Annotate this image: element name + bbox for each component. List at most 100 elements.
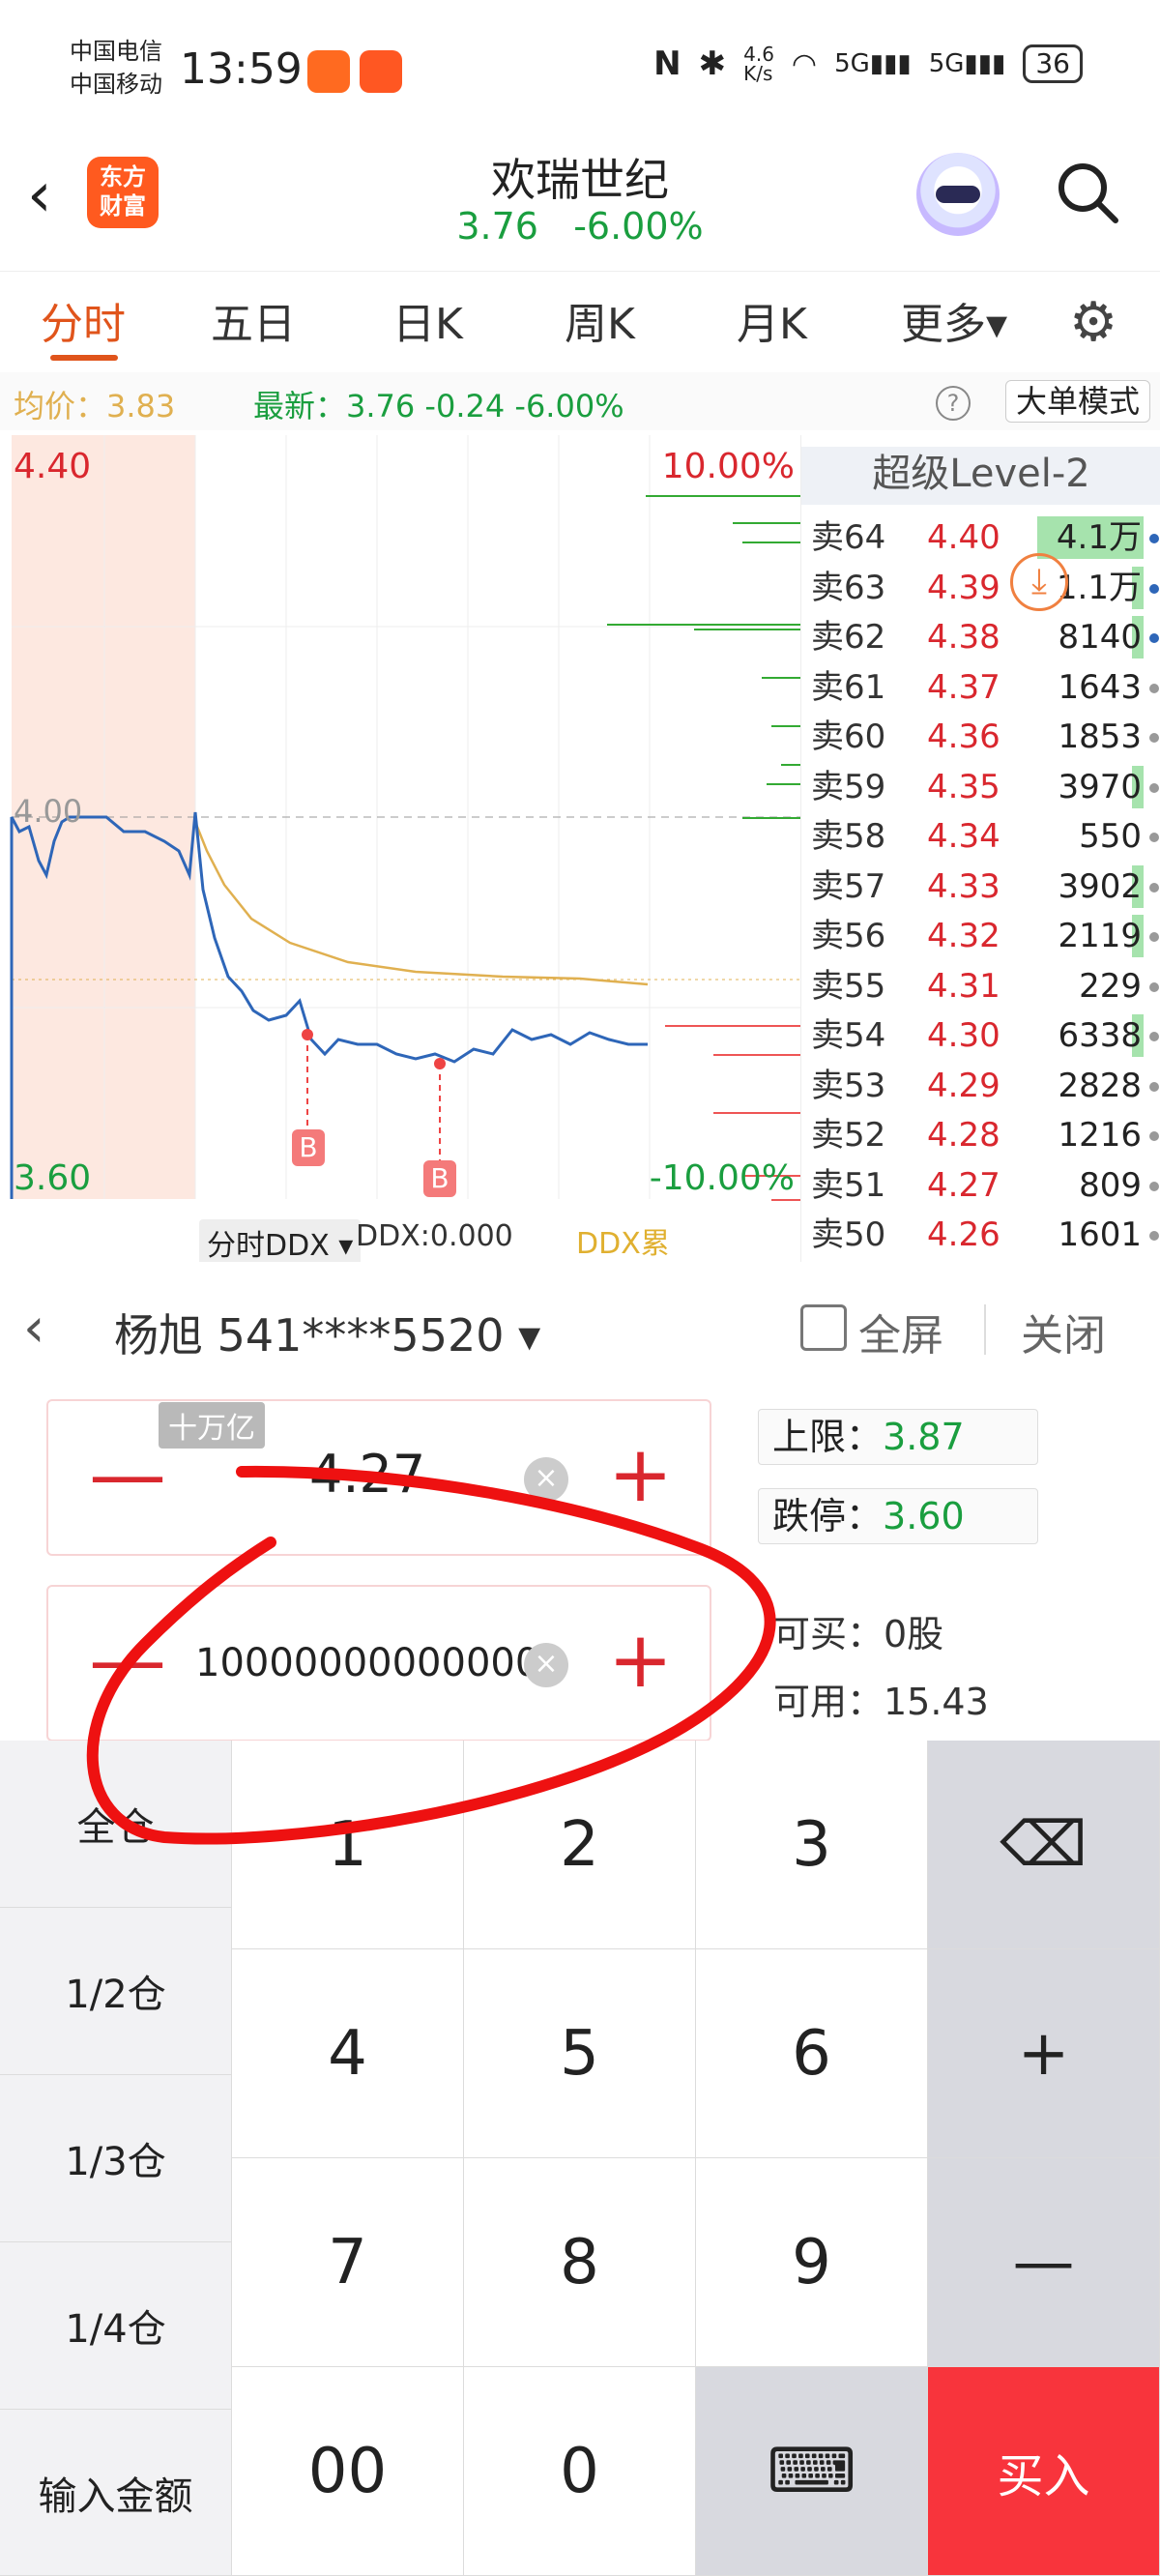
upper-limit-box: 上限：3.87 <box>758 1409 1038 1465</box>
order-book-price: 4.38 <box>927 618 1000 657</box>
order-book-row[interactable]: 卖56 4.32 2119 <box>801 911 1160 961</box>
key-4[interactable]: 4 <box>232 1949 464 2158</box>
fullscreen-button[interactable]: 全屏 <box>858 1301 943 1362</box>
key-minus[interactable]: — <box>928 2158 1160 2367</box>
key-8[interactable]: 8 <box>464 2158 696 2367</box>
net-speed: 4.6 K/s <box>743 43 774 85</box>
key-6[interactable]: 6 <box>696 1949 928 2158</box>
chart-svg: B B <box>10 435 800 1201</box>
key-2[interactable]: 2 <box>464 1741 696 1949</box>
close-button[interactable]: 关闭 <box>1021 1301 1106 1362</box>
level2-title[interactable]: 超级Level-2 <box>801 447 1160 505</box>
key-full-position[interactable]: 全仓 <box>0 1741 232 1908</box>
order-book-volume: 229 <box>1079 966 1142 1006</box>
buy-button[interactable]: 买入 <box>928 2367 1160 2576</box>
status-dot <box>1149 1032 1159 1041</box>
account-selector[interactable]: 杨旭 541****5520 ▾ <box>114 1301 540 1364</box>
order-book-row[interactable]: 卖50 4.26 1601 <box>801 1210 1160 1260</box>
order-book-row[interactable]: 卖61 4.37 1643 <box>801 662 1160 713</box>
order-book-volume: 809 <box>1079 1165 1142 1205</box>
order-book-price: 4.39 <box>927 568 1000 607</box>
order-book-price: 4.34 <box>927 817 1000 856</box>
key-third-position[interactable]: 1/3仓 <box>0 2075 232 2242</box>
big-order-mode-button[interactable]: 大单模式 <box>1004 380 1150 423</box>
key-enter-amount[interactable]: 输入金额 <box>0 2410 232 2576</box>
status-dot <box>1149 1181 1159 1191</box>
order-book-label: 卖52 <box>811 1116 886 1155</box>
order-book-row[interactable]: 卖55 4.31 229 <box>801 961 1160 1011</box>
order-book-row[interactable]: 卖53 4.29 2828 <box>801 1061 1160 1111</box>
order-book-volume: 8140 <box>1058 618 1142 657</box>
price-minus-button[interactable]: — <box>89 1436 166 1513</box>
panel-back-icon[interactable]: ‹ <box>23 1297 44 1360</box>
price-input[interactable]: 4.27 <box>309 1444 425 1505</box>
key-5[interactable]: 5 <box>464 1949 696 2158</box>
order-book-row[interactable]: 卖59 4.35 3970 <box>801 762 1160 812</box>
volume-profile-bar <box>771 1199 800 1201</box>
order-book-row[interactable]: 卖63 4.39 1.1万 <box>801 563 1160 613</box>
number-keypad: 全仓 1/2仓 1/3仓 1/4仓 输入金额 1 2 3 4 5 6 7 8 9… <box>0 1741 1160 2576</box>
order-book-row[interactable]: 卖62 4.38 8140 <box>801 612 1160 662</box>
status-dot <box>1149 1131 1159 1141</box>
key-1[interactable]: 1 <box>232 1741 464 1949</box>
key-quarter-position[interactable]: 1/4仓 <box>0 2242 232 2410</box>
key-plus[interactable]: + <box>928 1949 1160 2158</box>
key-half-position[interactable]: 1/2仓 <box>0 1908 232 2075</box>
price-plus-button[interactable]: + <box>608 1436 673 1513</box>
order-book-label: 卖54 <box>811 1016 886 1055</box>
tab-daily-k[interactable]: 日K <box>392 289 463 351</box>
quantity-minus-button[interactable]: — <box>89 1622 166 1699</box>
key-7[interactable]: 7 <box>232 2158 464 2367</box>
quantity-unit-hint: 十万亿 <box>159 1402 265 1449</box>
quantity-input[interactable]: 10000000000000 <box>195 1641 539 1685</box>
order-book-volume: 3970 <box>1058 767 1142 806</box>
order-book-row[interactable]: 卖58 4.34 550 <box>801 811 1160 862</box>
quantity-input-box[interactable]: — 10000000000000 × + <box>46 1585 711 1742</box>
order-book-row[interactable]: 卖60 4.36 1853 <box>801 712 1160 762</box>
avg-price: 均价：3.83 <box>14 388 176 424</box>
ddx-bar: 分时DDX ▾ DDX:0.000 DDX累计:-0.450 <box>0 1214 800 1303</box>
fullscreen-icon[interactable] <box>800 1304 847 1351</box>
intraday-chart[interactable]: B B 4.40 4.00 3.60 10.00% -10.00% <box>0 435 800 1262</box>
clear-quantity-icon[interactable]: × <box>524 1643 568 1687</box>
clear-price-icon[interactable]: × <box>524 1457 568 1502</box>
help-icon[interactable]: ? <box>936 386 971 421</box>
carrier-2: 中国移动 <box>70 71 162 98</box>
volume-profile-bar <box>694 629 800 630</box>
search-icon[interactable] <box>1054 159 1121 226</box>
order-book-label: 卖55 <box>811 966 886 1006</box>
order-book-price: 4.36 <box>927 717 1000 756</box>
order-book-row[interactable]: 卖54 4.30 6338 <box>801 1010 1160 1061</box>
order-book-price: 4.31 <box>927 966 1000 1006</box>
tab-monthly-k[interactable]: 月K <box>737 289 807 351</box>
tab-intraday[interactable]: 分时 <box>41 289 126 351</box>
tab-five-day[interactable]: 五日 <box>211 289 296 351</box>
download-icon[interactable]: ⤓ <box>1010 553 1068 611</box>
tab-more[interactable]: 更多▾ <box>901 289 1007 351</box>
order-book-volume: 1.1万 <box>1056 568 1142 607</box>
pct-min-label: -10.00% <box>649 1158 795 1198</box>
active-tab-indicator <box>50 355 118 361</box>
gear-icon[interactable]: ⚙ <box>1069 291 1117 354</box>
key-00[interactable]: 00 <box>232 2367 464 2576</box>
key-9[interactable]: 9 <box>696 2158 928 2367</box>
order-book-row[interactable]: 卖57 4.33 3902 <box>801 862 1160 912</box>
order-book-row[interactable]: 卖51 4.27 809 <box>801 1160 1160 1211</box>
keyboard-toggle-icon[interactable]: ⌨ <box>696 2367 928 2576</box>
key-0[interactable]: 0 <box>464 2367 696 2576</box>
app-notification-icon <box>307 50 350 93</box>
limit-down-value: 3.60 <box>883 1495 965 1537</box>
order-book[interactable]: 超级Level-2 卖64 4.40 4.1万 卖63 4.39 1.1万 卖62 4.38 8… <box>800 435 1160 1262</box>
ddx-selector[interactable]: 分时DDX ▾ <box>199 1219 362 1266</box>
buy-marker-label: B <box>430 1162 449 1194</box>
order-book-row[interactable]: 卖64 4.40 4.1万 <box>801 512 1160 563</box>
key-3[interactable]: 3 <box>696 1741 928 1949</box>
backspace-icon[interactable]: ⌫ <box>928 1741 1160 1949</box>
clock: 13:59 <box>180 44 303 94</box>
order-book-row[interactable]: 卖52 4.28 1216 <box>801 1110 1160 1160</box>
tab-weekly-k[interactable]: 周K <box>565 289 635 351</box>
quantity-plus-button[interactable]: + <box>608 1622 673 1699</box>
price-input-box[interactable]: — 4.27 × + <box>46 1399 711 1556</box>
available-funds: 可用：15.43 <box>773 1681 989 1723</box>
stock-header: ‹ 东方 财富 欢瑞世纪 3.76 -6.00% <box>0 145 1160 261</box>
